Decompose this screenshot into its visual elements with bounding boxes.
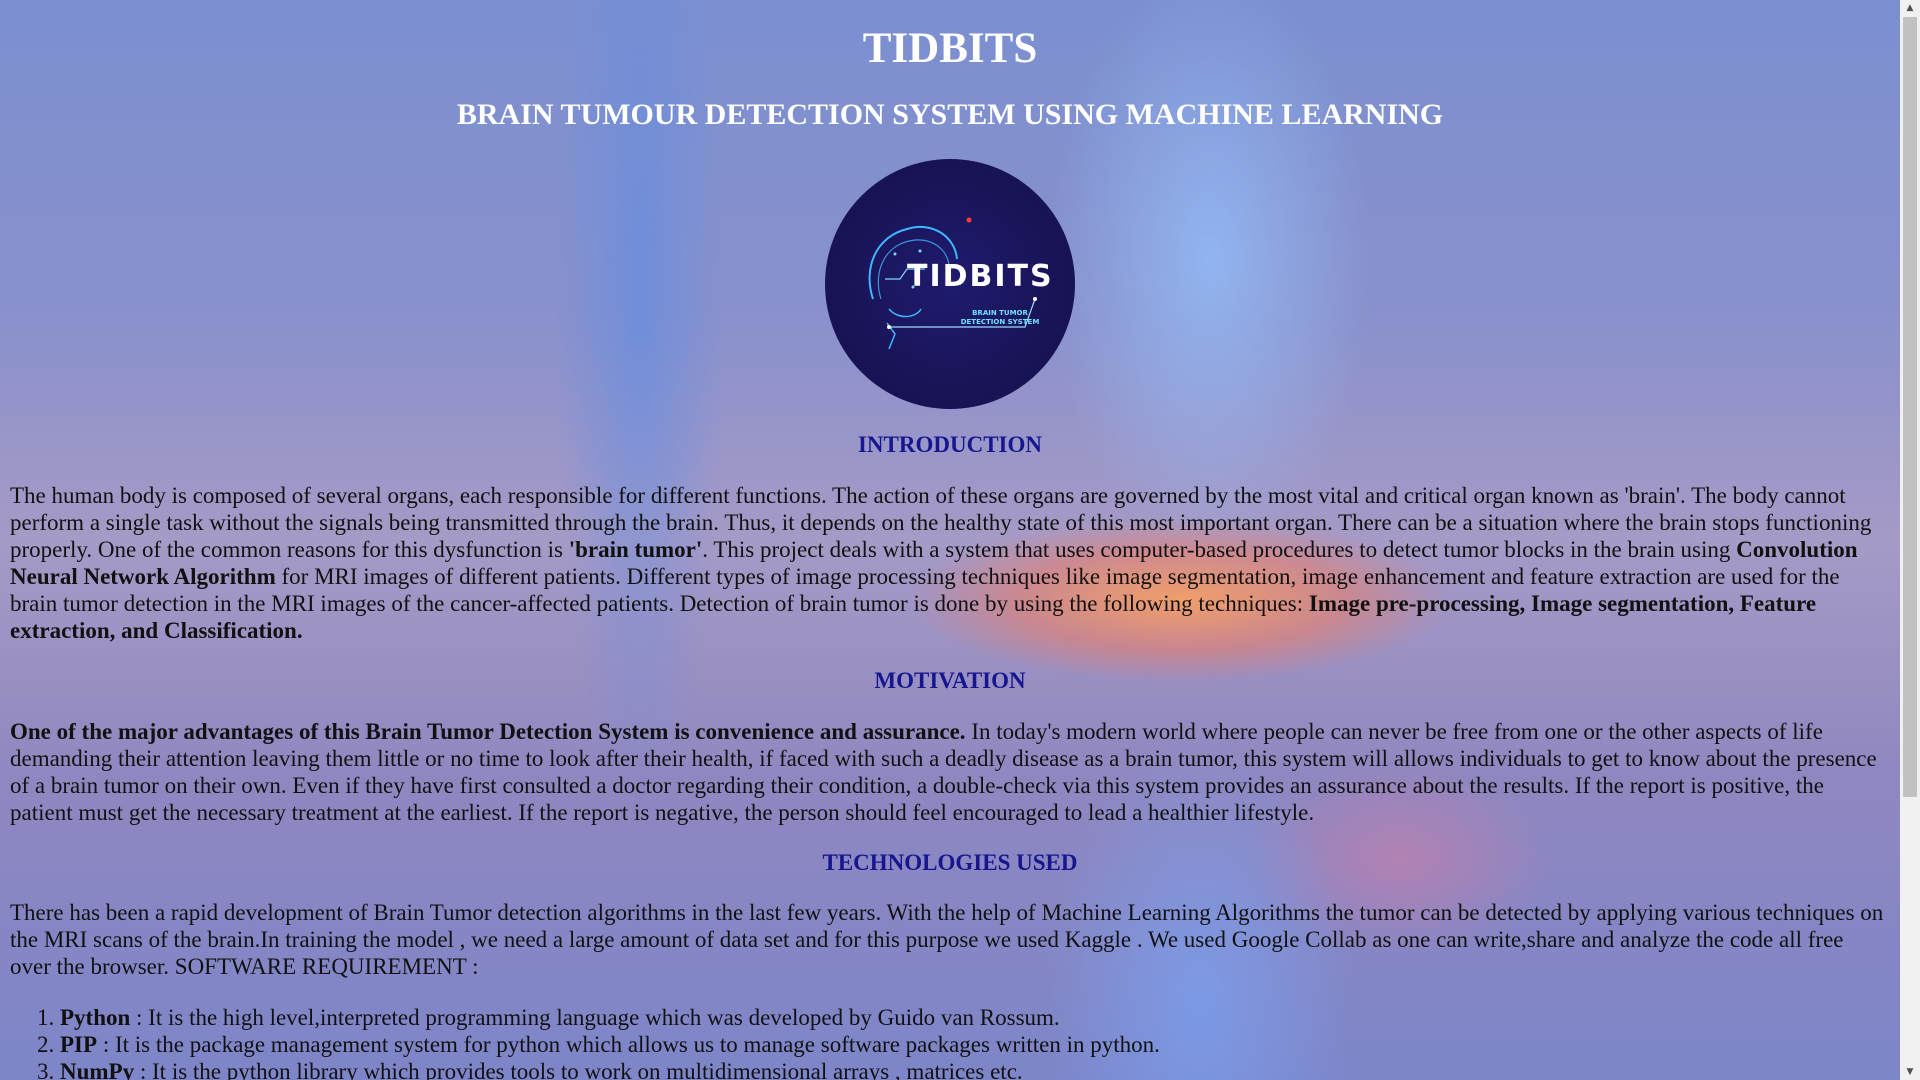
list-item-name: PIP — [60, 1032, 98, 1057]
technologies-heading: TECHNOLOGIES USED — [822, 850, 1078, 875]
list-item-desc: : It is the high level,interpreted progr… — [130, 1005, 1060, 1030]
list-item-desc: : It is the package management system fo… — [97, 1032, 1160, 1057]
scrollbar-thumb[interactable] — [1903, 17, 1917, 797]
tidbits-logo: TIDBITS BRAIN TUMOR DETECTION SYSTEM — [825, 159, 1075, 409]
motivation-heading: MOTIVATION — [874, 668, 1026, 693]
page-content: TIDBITS BRAIN TUMOUR DETECTION SYSTEM US… — [0, 0, 1900, 1080]
site-title: TIDBITS — [862, 25, 1038, 72]
introduction-text-part-2: . This project deals with a system that … — [702, 537, 1737, 562]
scroll-down-arrow-icon[interactable]: ▼ — [1900, 1064, 1920, 1080]
introduction-heading: INTRODUCTION — [857, 432, 1043, 457]
introduction-bold-1: 'brain tumor' — [568, 537, 703, 562]
motivation-bold: One of the major advantages of this Brai… — [10, 719, 966, 744]
list-item-name: NumPy — [60, 1059, 135, 1080]
list-item-name: Python — [60, 1005, 131, 1030]
technologies-text: There has been a rapid development of Br… — [10, 900, 1884, 979]
list-item: NumPy : It is the python library which p… — [60, 1058, 1900, 1080]
list-item: PIP : It is the package management syste… — [60, 1031, 1900, 1058]
software-requirement-list: Python : It is the high level,interprete… — [10, 1004, 1900, 1080]
scroll-up-arrow-icon[interactable]: ▲ — [1900, 0, 1920, 16]
motivation-text: One of the major advantages of this Brai… — [10, 718, 1890, 826]
logo-subtext: BRAIN TUMOR DETECTION SYSTEM — [960, 309, 1040, 326]
list-item-desc: : It is the python library which provide… — [134, 1059, 1023, 1080]
vertical-scrollbar[interactable]: ▲ ▼ — [1900, 0, 1920, 1080]
introduction-text: The human body is composed of several or… — [10, 482, 1890, 644]
site-subtitle: BRAIN TUMOUR DETECTION SYSTEM USING MACH… — [456, 98, 1444, 131]
list-item: Python : It is the high level,interprete… — [60, 1004, 1900, 1031]
logo-text: TIDBITS — [907, 259, 1054, 294]
